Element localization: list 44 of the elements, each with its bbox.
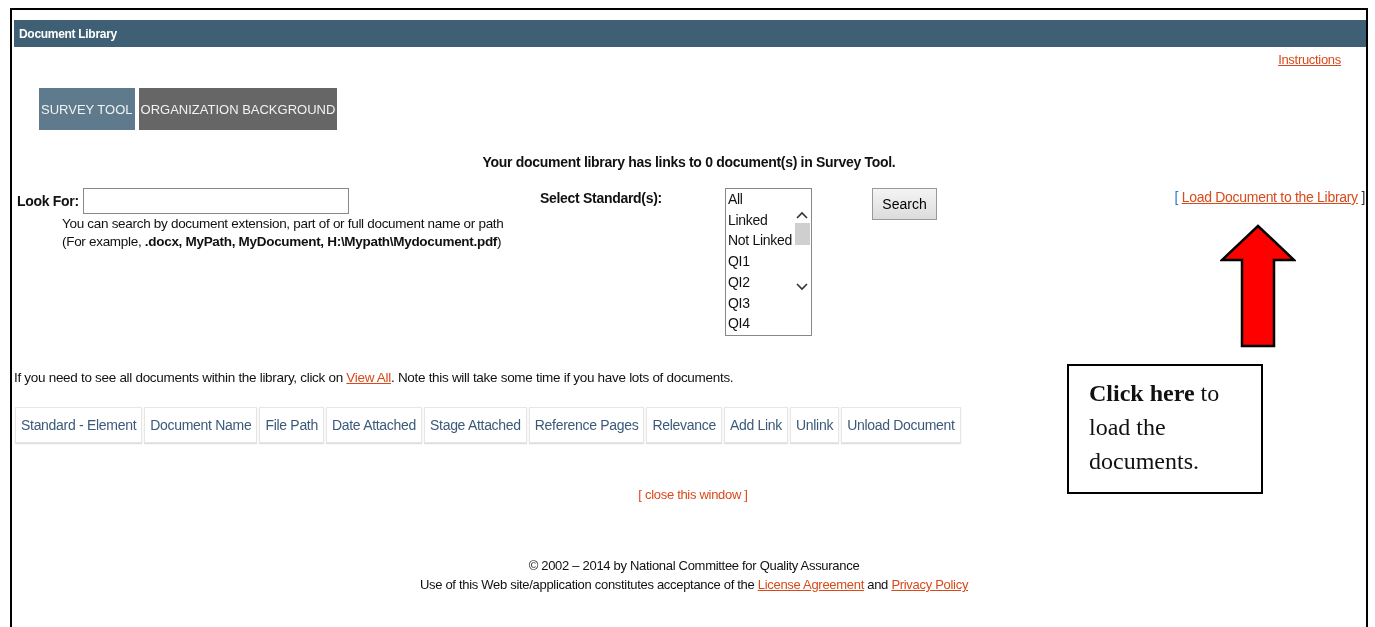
column-header: Relevance <box>646 407 722 443</box>
tab[interactable]: ORGANIZATION BACKGROUND <box>138 88 338 130</box>
list-option[interactable]: QI3 <box>728 292 793 314</box>
list-option[interactable]: QI4 <box>728 313 793 334</box>
copyright-text: © 2002 – 2014 by National Committee for Quality Assurance <box>527 557 861 575</box>
up-arrow-icon <box>1220 224 1296 348</box>
column-header: Add Link <box>723 407 788 443</box>
view-all-note: If you need to see all documents within the library, click on View All. Note this will take some time if you have lots of documents. <box>14 370 735 385</box>
bracket: [ <box>1174 189 1179 205</box>
tab[interactable]: SURVEY TOOL <box>39 88 135 130</box>
search-hint: (For example, .docx, MyPath, MyDocument, H:\Mypath\Mydocument.pdf) <box>62 234 503 250</box>
search-hint: You can search by document extension, part of or full document name or path <box>62 216 505 232</box>
column-header: Stage Attached <box>424 407 527 443</box>
column-header: Reference Pages <box>528 407 645 443</box>
column-header: File Path <box>259 407 324 443</box>
list-option[interactable]: QI2 <box>728 271 793 293</box>
load-document-link[interactable]: Load Document to the Library <box>1181 189 1358 205</box>
close-window-link[interactable]: [ close this window ] <box>638 487 748 502</box>
scrollbar-thumb[interactable] <box>794 223 810 245</box>
search-button[interactable]: Search <box>872 188 937 220</box>
instructions-link[interactable]: Instructions <box>1278 52 1341 72</box>
standards-listbox[interactable]: All Linked Not Linked QI1 QI2 QI3 QI4 <box>725 188 812 336</box>
column-header: Unlink <box>790 407 840 443</box>
look-for-field[interactable] <box>82 188 349 214</box>
privacy-policy-link[interactable]: Privacy Policy <box>891 577 969 592</box>
column-header: Date Attached <box>325 407 422 443</box>
window-title: Document Library <box>14 20 1366 47</box>
list-option[interactable]: Linked <box>728 209 793 231</box>
column-header: Unload Document <box>841 407 961 443</box>
scroll-down-icon[interactable] <box>796 283 808 291</box>
license-agreement-link[interactable]: License Agreement <box>757 577 864 592</box>
column-header: Standard - Element <box>15 407 143 443</box>
scroll-up-icon[interactable] <box>796 211 808 219</box>
bracket: ] <box>1361 189 1365 205</box>
select-standard-label: Select Standard(s): <box>540 190 662 206</box>
view-all-link[interactable]: View All <box>346 370 391 385</box>
terms-text: Use of this Web site/application constitutes acceptance of the License Agreement and Privacy Policy <box>418 576 970 594</box>
list-option[interactable]: Not Linked <box>728 230 793 252</box>
summary-text: Your document library has links to 0 document(s) in Survey Tool. <box>481 154 897 170</box>
look-for-label: Look For: <box>17 193 79 209</box>
list-option[interactable]: QI1 <box>728 251 793 272</box>
list-option[interactable]: All <box>728 189 793 210</box>
column-header: Document Name <box>144 407 258 443</box>
callout-note: Click here to load the documents. <box>1067 364 1263 494</box>
